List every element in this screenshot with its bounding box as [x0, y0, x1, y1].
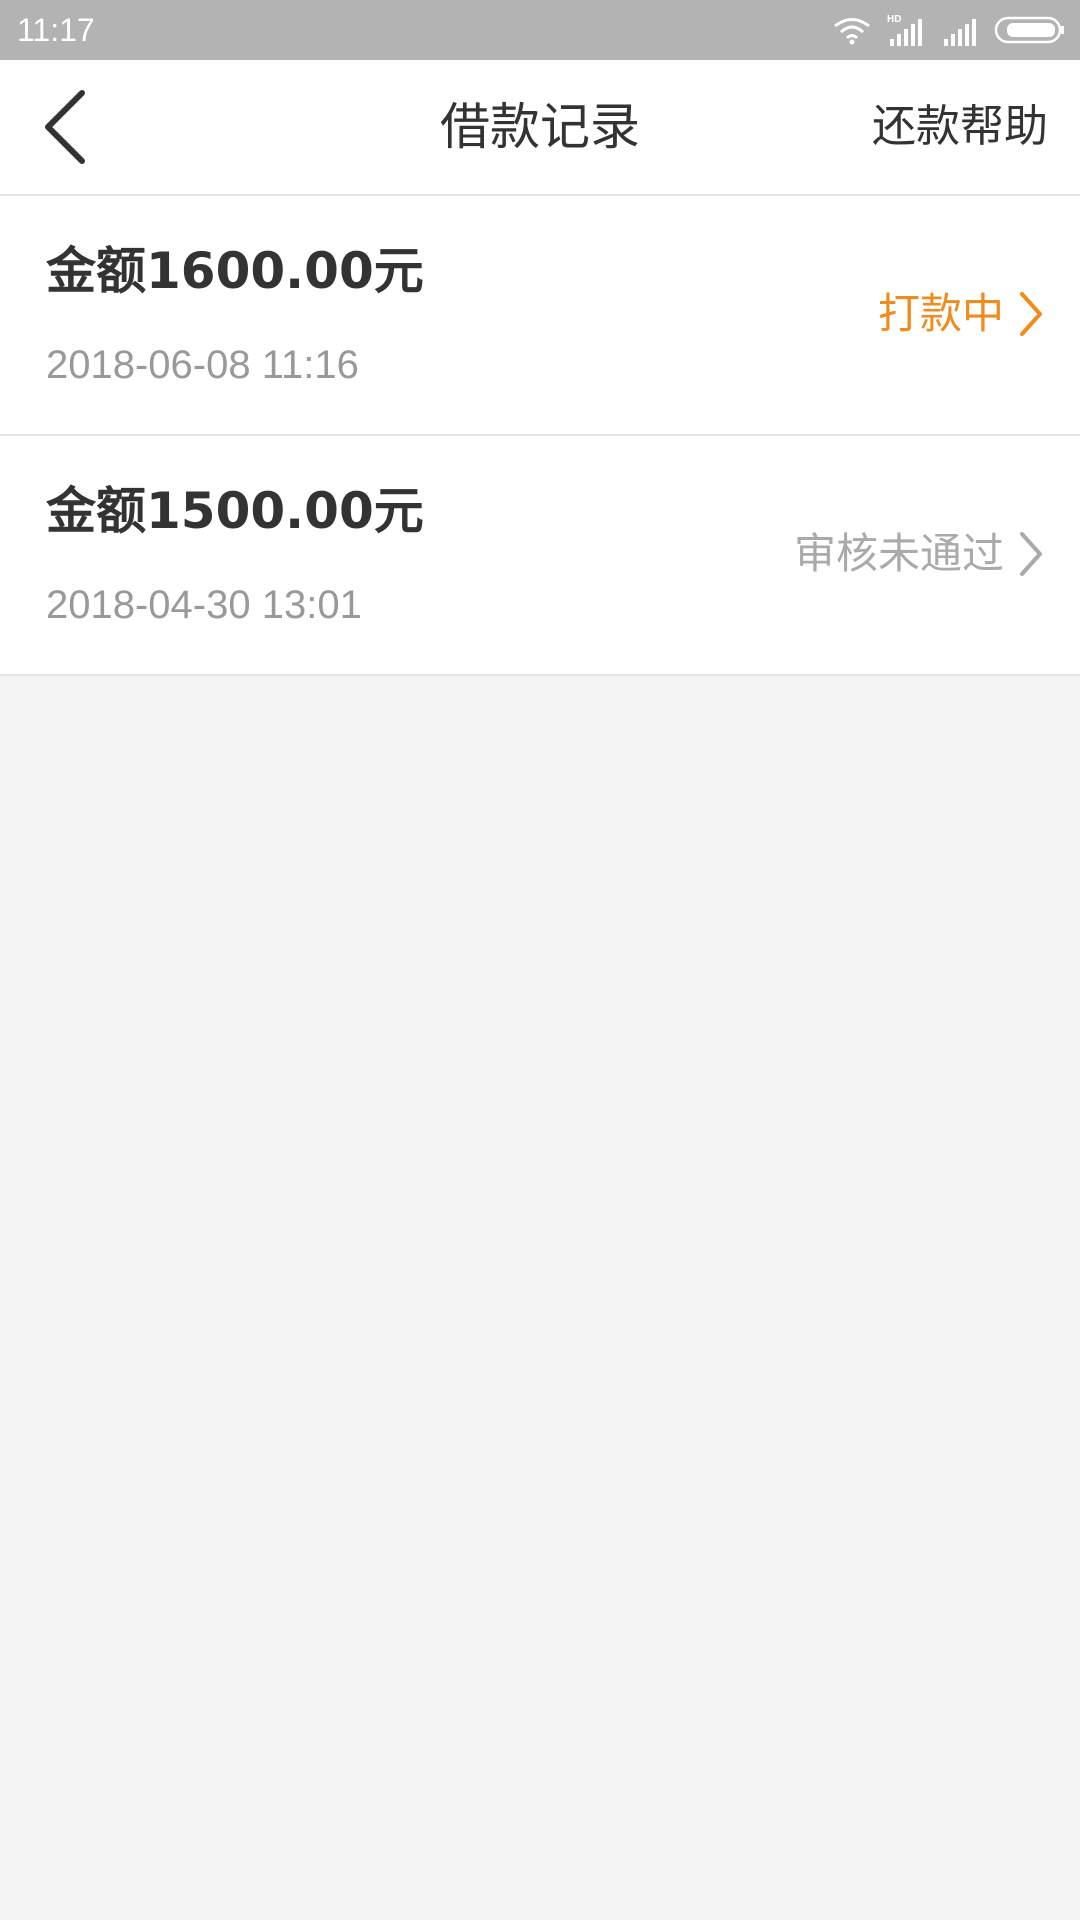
record-status: 打款中: [878, 284, 1044, 344]
chevron-right-icon: [1020, 292, 1042, 336]
record-status: 审核未通过: [794, 524, 1044, 584]
chevron-left-icon: [45, 90, 85, 164]
wifi-icon: [834, 18, 870, 45]
list-item[interactable]: 金额1600.00元 2018-06-08 11:16 打款中: [0, 196, 1080, 436]
status-label: 打款中: [877, 289, 1004, 338]
signal-hd-icon: HD: [887, 14, 922, 46]
back-button[interactable]: [30, 87, 100, 167]
loan-record-list: 金额1600.00元 2018-06-08 11:16 打款中 金额1500.0…: [0, 196, 1080, 676]
chevron-right-icon: [1020, 532, 1042, 576]
record-date: 2018-06-08 11:16: [46, 343, 359, 387]
page-title: 借款记录: [440, 98, 640, 156]
record-amount: 金额1600.00元: [46, 242, 424, 300]
status-bar: 11:17 HD: [0, 0, 1080, 60]
status-label: 审核未通过: [793, 529, 1004, 578]
network-label: HD: [887, 14, 901, 25]
repayment-help-link[interactable]: 还款帮助: [872, 97, 1048, 157]
nav-bar: 借款记录 还款帮助: [0, 60, 1080, 196]
record-amount: 金额1500.00元: [46, 482, 424, 540]
battery-icon: [994, 16, 1064, 44]
signal-icon: [944, 19, 976, 46]
status-time: 11:17: [17, 12, 95, 48]
record-date: 2018-04-30 13:01: [46, 583, 362, 627]
list-item[interactable]: 金额1500.00元 2018-04-30 13:01 审核未通过: [0, 436, 1080, 676]
status-icons: HD: [832, 12, 1066, 48]
